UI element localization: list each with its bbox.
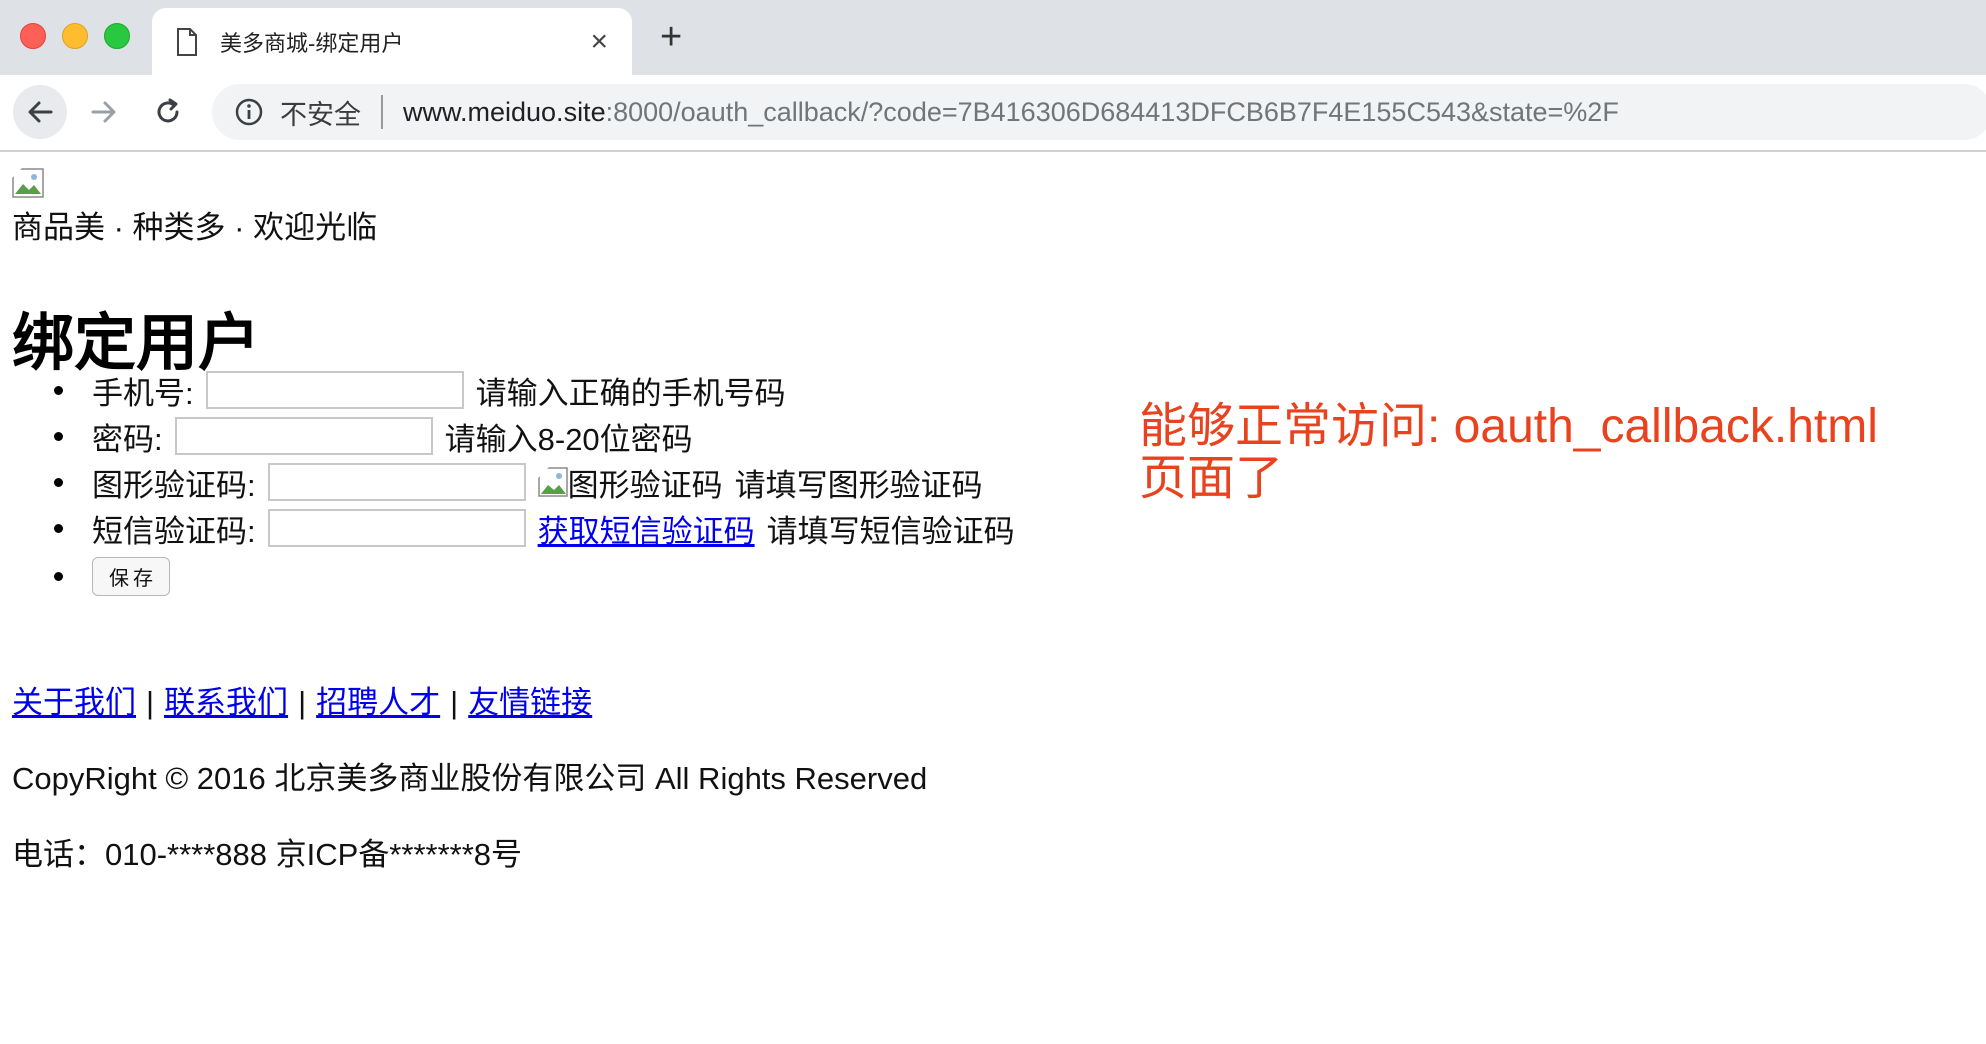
captcha-image[interactable]: 图形验证码 [537,460,723,505]
address-bar[interactable]: 不安全 www.meiduo.site:8000/oauth_callback/… [212,84,1986,140]
footer-link-contact[interactable]: 联系我们 [164,685,288,720]
footer-links: 关于我们 | 联系我们 | 招聘人才 | 友情链接 [12,677,592,722]
captcha-hint: 请填写图形验证码 [734,467,983,503]
info-icon[interactable] [234,97,264,127]
captcha-input[interactable] [267,463,526,501]
url-host[interactable]: www.meiduo.site [403,97,606,128]
save-button[interactable]: 保存 [92,556,170,596]
minimize-window-button[interactable] [62,23,88,49]
forward-arrow-icon [91,101,116,123]
copyright-text: CopyRight © 2016 北京美多商业股份有限公司 All Rights… [12,761,928,796]
captcha-image-alt: 图形验证码 [567,467,723,503]
active-tab[interactable]: 美多商城-绑定用户 × [152,8,632,75]
password-hint: 请输入8-20位密码 [444,421,693,457]
tab-title: 美多商城-绑定用户 [220,30,404,56]
annotation-note: 能够正常访问: oauth_callback.html 页面了 [1139,401,1919,505]
broken-image-icon [537,467,568,497]
list-item: 图形验证码: 图形验证码 请填写图形验证码 [54,459,1015,505]
address-divider [381,95,383,129]
bind-user-form: 手机号: 请输入正确的手机号码 密码: 请输入8-20位密码 图形验证码: 图形… [54,367,1015,601]
password-label: 密码: [92,421,163,457]
security-label[interactable]: 不安全 [280,93,361,132]
reload-button[interactable] [141,85,195,139]
browser-tab-bar: 美多商城-绑定用户 × + [0,0,1986,75]
broken-logo-image [12,168,44,198]
list-item: 短信验证码: 获取短信验证码 请填写短信验证码 [54,505,1015,551]
footer-link-partners[interactable]: 友情链接 [468,685,592,720]
phone-label: 手机号: [92,375,194,411]
forward-button[interactable] [77,85,131,139]
close-icon[interactable]: × [590,26,608,57]
close-window-button[interactable] [20,23,46,49]
maximize-window-button[interactable] [104,23,130,49]
sms-code-input[interactable] [267,509,526,547]
site-slogan: 商品美 · 种类多 · 欢迎光临 [12,210,378,245]
document-icon [177,27,197,56]
contact-phone-text: 电话：010-****888 京ICP备*******8号 [12,837,523,872]
back-button[interactable] [13,85,67,139]
reload-icon [157,98,179,123]
link-separator: | [146,685,155,720]
footer-link-jobs[interactable]: 招聘人才 [316,685,440,720]
phone-input[interactable] [205,371,464,409]
password-input[interactable] [174,417,433,455]
window-controls [20,23,130,49]
browser-toolbar: 不安全 www.meiduo.site:8000/oauth_callback/… [0,75,1986,152]
sms-label: 短信验证码: [92,513,256,549]
link-separator: | [450,685,459,720]
annotation-line: 能够正常访问: oauth_callback.html [1139,400,1878,453]
list-item: 密码: 请输入8-20位密码 [54,413,1015,459]
back-arrow-icon [28,101,53,123]
link-separator: | [298,685,307,720]
list-item: 保存 [54,551,1015,601]
sms-hint: 请填写短信验证码 [766,513,1015,549]
captcha-label: 图形验证码: [92,467,256,503]
phone-hint: 请输入正确的手机号码 [475,375,786,411]
footer-link-about[interactable]: 关于我们 [12,685,136,720]
new-tab-button[interactable]: + [660,18,682,56]
annotation-line: 页面了 [1139,452,1284,505]
url-path[interactable]: :8000/oauth_callback/?code=7B416306D6844… [606,97,1619,128]
list-item: 手机号: 请输入正确的手机号码 [54,367,1015,413]
get-sms-code-link[interactable]: 获取短信验证码 [538,506,755,551]
